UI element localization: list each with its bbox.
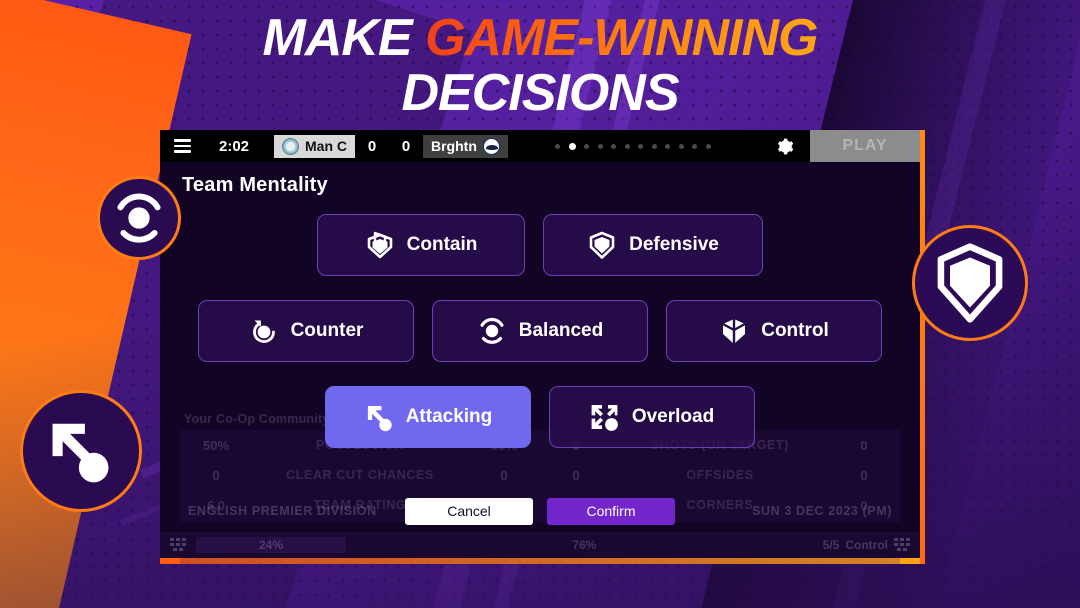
mentality-option-defensive[interactable]: Defensive (543, 214, 763, 276)
gear-icon[interactable] (758, 137, 810, 156)
mentality-option-overload[interactable]: Overload (549, 386, 755, 448)
pager-dot[interactable] (597, 143, 603, 149)
pager-dot[interactable] (692, 143, 698, 149)
mentality-option-label: Overload (631, 406, 715, 427)
hamburger-menu-icon[interactable] (160, 136, 204, 156)
brighton-crest-icon (482, 137, 500, 155)
game-top-bar: 2:02 Man C 0 0 Brghtn PLAY (160, 130, 920, 162)
dialog-footer: ENGLISH PREMIER DIVISION Cancel Confirm … (160, 490, 920, 532)
match-clock: 2:02 (218, 137, 250, 155)
balanced-badge (97, 176, 181, 260)
balanced-circle-icon (117, 193, 161, 243)
counter-arrow-icon (252, 320, 275, 343)
shield-outline-icon (937, 243, 1003, 323)
mentality-option-label: Contain (406, 234, 478, 255)
league-name: ENGLISH PREMIER DIVISION (188, 504, 377, 518)
pager-dot[interactable] (555, 143, 561, 149)
man-city-crest-icon (282, 137, 299, 155)
mentality-row-3: Attacking Overload (160, 386, 920, 448)
control-shield-icon (722, 319, 746, 344)
pager-dot[interactable] (705, 143, 711, 149)
away-score: 0 (401, 137, 411, 155)
play-button[interactable]: PLAY (810, 130, 920, 162)
double-arrow-ball-icon (591, 405, 618, 431)
home-team-chip[interactable]: Man C (274, 134, 355, 158)
mentality-option-label: Counter (290, 320, 364, 341)
mentality-option-attacking[interactable]: Attacking (325, 386, 531, 448)
headline-line1-accent: GAME-WINNING (425, 9, 818, 67)
double-shield-icon (367, 231, 392, 259)
pager-dot[interactable] (678, 143, 684, 149)
away-team-chip[interactable]: Brghtn (423, 134, 508, 158)
shield-icon (589, 231, 615, 259)
shield-badge (912, 225, 1028, 341)
pager-dot[interactable] (568, 142, 576, 150)
arrow-up-left-ball-icon (367, 406, 392, 432)
attacking-badge (20, 390, 142, 512)
pager-dot[interactable] (638, 143, 644, 149)
home-team-name: Man C (305, 138, 347, 154)
pager-dot[interactable] (665, 143, 671, 149)
home-score: 0 (367, 137, 377, 155)
mentality-row-2: Counter Balanced Control (160, 300, 920, 362)
balanced-circle-icon (480, 317, 504, 344)
mentality-option-control[interactable]: Control (666, 300, 882, 362)
promo-headline: MAKE GAME-WINNING DECISIONS (0, 12, 1080, 123)
pager-dot[interactable] (611, 143, 617, 149)
arrow-up-left-ball-icon (52, 423, 109, 483)
mentality-option-balanced[interactable]: Balanced (432, 300, 648, 362)
away-team-name: Brghtn (431, 138, 477, 154)
pager-dot[interactable] (651, 143, 657, 149)
headline-line1-prefix: MAKE (262, 9, 426, 67)
mentality-row-1: Contain Defensive (160, 214, 920, 276)
mentality-option-label: Balanced (518, 320, 604, 341)
confirm-button[interactable]: Confirm (547, 497, 675, 525)
mentality-option-label: Defensive (629, 234, 719, 255)
mentality-option-counter[interactable]: Counter (198, 300, 414, 362)
headline-line2: DECISIONS (401, 64, 679, 123)
cancel-button[interactable]: Cancel (405, 497, 533, 525)
mentality-option-contain[interactable]: Contain (317, 214, 525, 276)
mentality-option-label: Control (761, 320, 829, 341)
pager-dot[interactable] (624, 143, 630, 149)
page-title: Team Mentality (182, 174, 328, 196)
game-screen-panel: 2:02 Man C 0 0 Brghtn PLAY Your Co-Op Co… (160, 130, 925, 566)
match-date: SUN 3 DEC 2023 (PM) (752, 504, 892, 518)
pager-dot[interactable] (584, 143, 590, 149)
screen-pager-dots[interactable] (508, 142, 758, 150)
mentality-option-label: Attacking (405, 406, 493, 427)
